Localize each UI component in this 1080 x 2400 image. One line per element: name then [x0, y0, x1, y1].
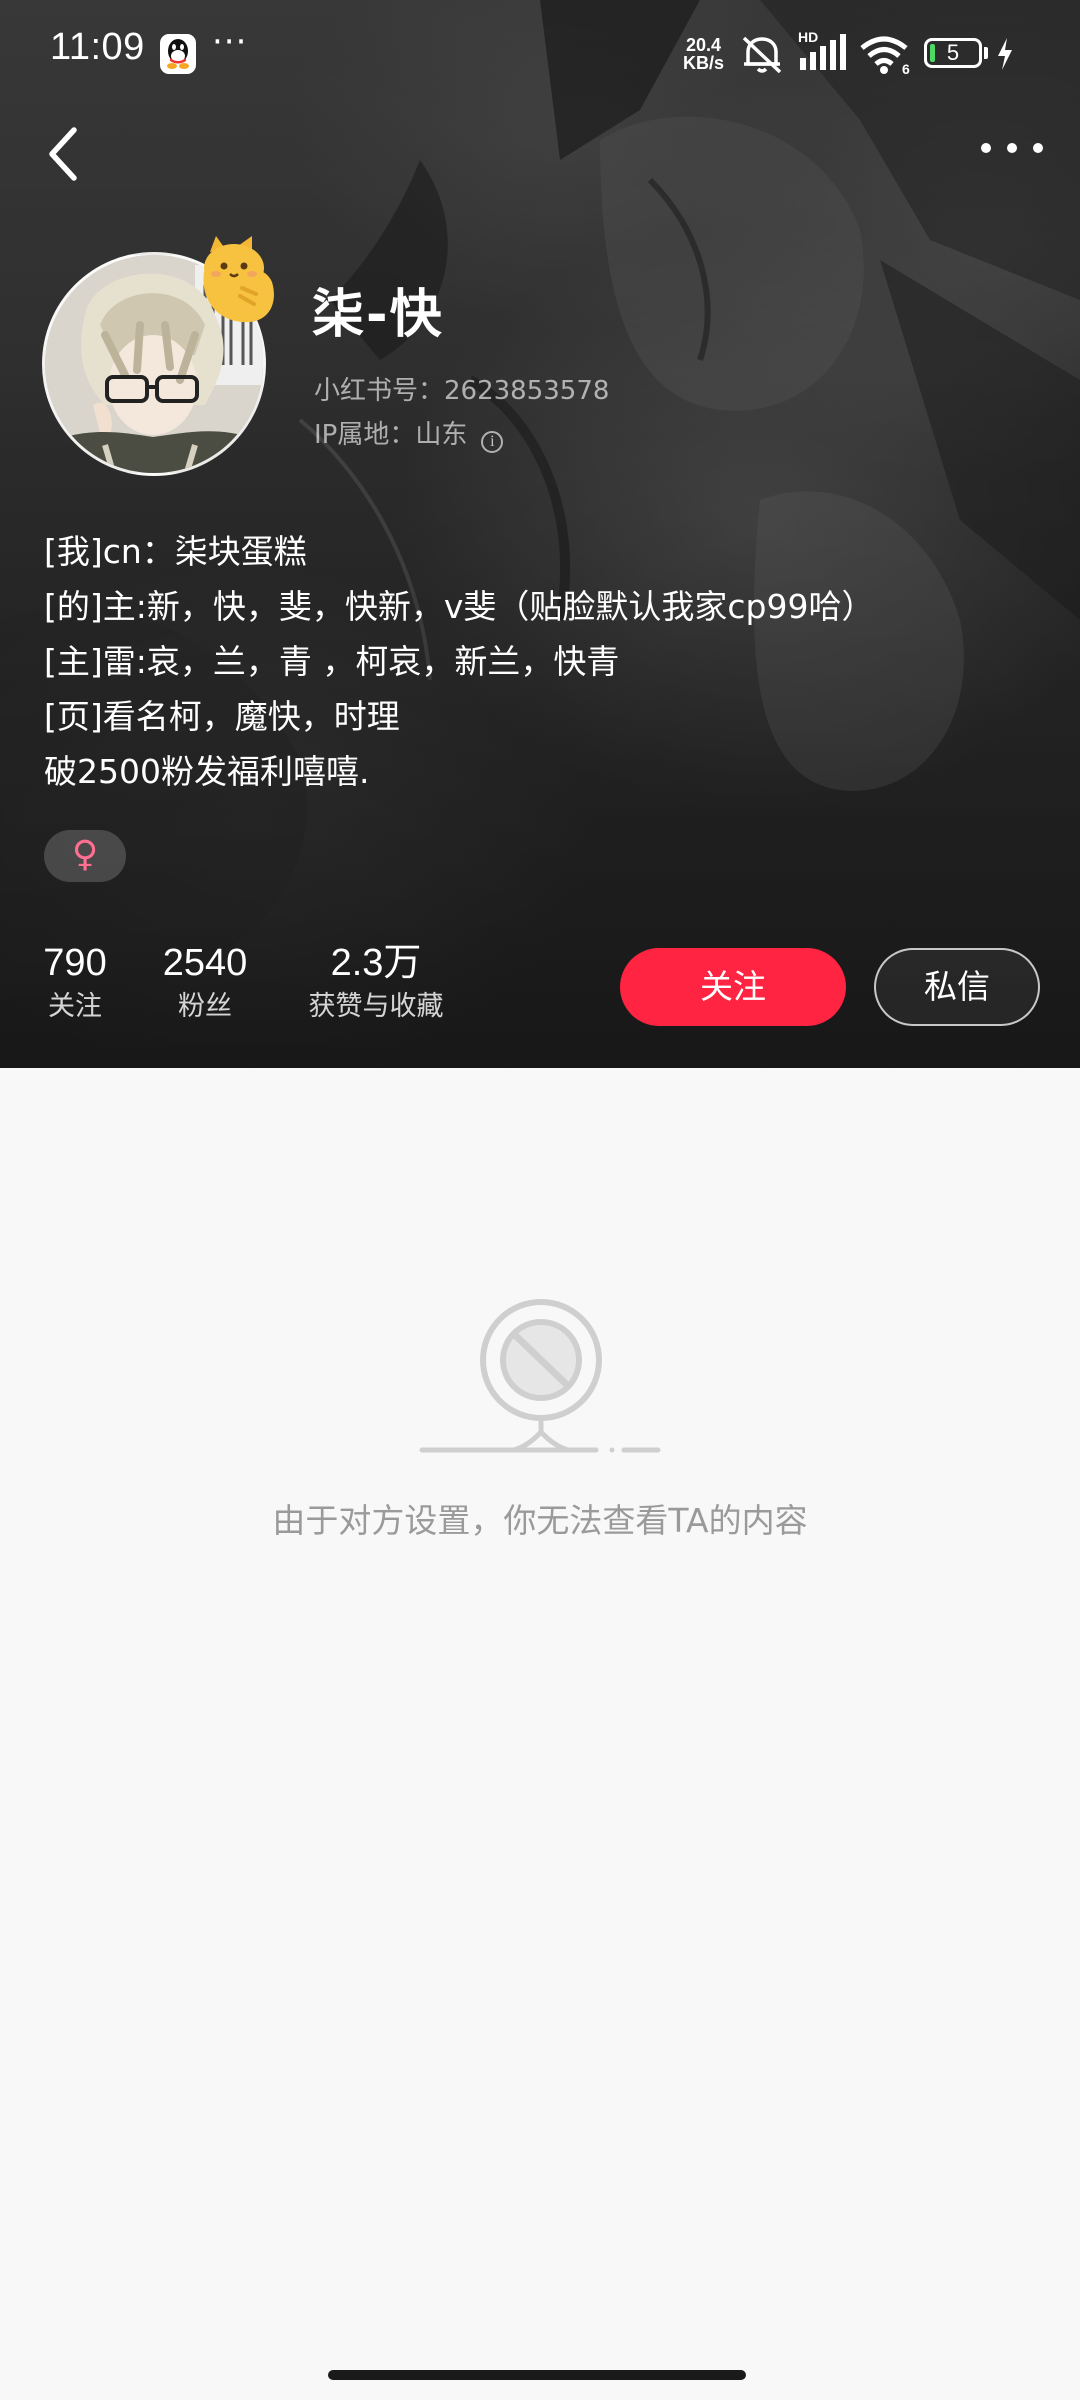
- empty-state-message: 由于对方设置，你无法查看TA的内容: [272, 1501, 808, 1540]
- nickname: 柒-快: [312, 285, 444, 345]
- bell-muted-icon: [742, 36, 782, 74]
- ip-location-label: IP属地：山东: [314, 420, 468, 450]
- followers-stat[interactable]: 2540 粉丝: [150, 938, 260, 1026]
- profile-screen: 11:09 ··· 20.4 KB/s HD 6 5 柒-快 小红书号：2623…: [0, 0, 1080, 2400]
- follow-button[interactable]: 关注: [620, 948, 846, 1026]
- battery-level: 5: [946, 40, 960, 65]
- following-stat[interactable]: 790 关注: [34, 938, 116, 1026]
- network-speed-unit: KB/s: [683, 53, 725, 73]
- red-id: 小红书号：2623853578: [314, 376, 610, 406]
- followers-label: 粉丝: [178, 991, 232, 1022]
- home-indicator[interactable]: [328, 2370, 746, 2380]
- following-count: 790: [43, 942, 107, 984]
- back-icon[interactable]: [36, 118, 92, 190]
- profile-header: 11:09 ··· 20.4 KB/s HD 6 5 柒-快 小红书号：2623…: [0, 0, 1080, 1068]
- charging-bolt-icon: [998, 38, 1012, 70]
- cellular-signal-icon: HD: [798, 29, 846, 70]
- battery-icon: 5: [924, 38, 982, 68]
- likes-stat[interactable]: 2.3万 获赞与收藏: [296, 938, 456, 1026]
- bio-line: [主]雷:哀，兰，青 ，柯哀，新兰，快青: [44, 642, 620, 681]
- following-label: 关注: [48, 991, 102, 1022]
- status-bar: 11:09 ··· 20.4 KB/s HD 6 5: [0, 0, 1080, 110]
- bio: [我]cn：柒块蛋糕 [的]主:新，快，斐，快新，v斐（贴脸默认我家cp99哈）…: [44, 524, 1054, 799]
- network-speed-value: 20.4: [685, 35, 722, 55]
- wifi-band-label: 6: [902, 61, 910, 76]
- status-more-dots: ···: [212, 22, 248, 62]
- status-time: 11:09: [50, 26, 145, 68]
- ip-location: IP属地：山东 i: [314, 414, 504, 453]
- network-speed: 20.4 KB/s: [683, 36, 724, 72]
- bio-line: [的]主:新，快，斐，快新，v斐（贴脸默认我家cp99哈）: [44, 587, 875, 626]
- info-icon[interactable]: i: [481, 431, 504, 453]
- signal-hd-label: HD: [798, 29, 818, 45]
- cat-badge-icon: [203, 236, 274, 323]
- blocked-content-icon: [419, 1299, 661, 1453]
- more-options-icon[interactable]: [970, 124, 1054, 172]
- bio-line: [页]看名柯，魔快，时理: [44, 697, 400, 736]
- battery-cap: [984, 47, 988, 59]
- bio-line: 破2500粉发福利嘻嘻.: [44, 752, 370, 791]
- wifi-icon: 6: [860, 36, 910, 76]
- female-icon: ♀: [44, 830, 126, 882]
- message-button[interactable]: 私信: [874, 948, 1040, 1026]
- likes-count: 2.3万: [330, 942, 422, 984]
- followers-count: 2540: [162, 942, 248, 984]
- bio-line: [我]cn：柒块蛋糕: [44, 532, 307, 571]
- qq-notification-icon: [160, 34, 196, 74]
- likes-label: 获赞与收藏: [308, 991, 444, 1022]
